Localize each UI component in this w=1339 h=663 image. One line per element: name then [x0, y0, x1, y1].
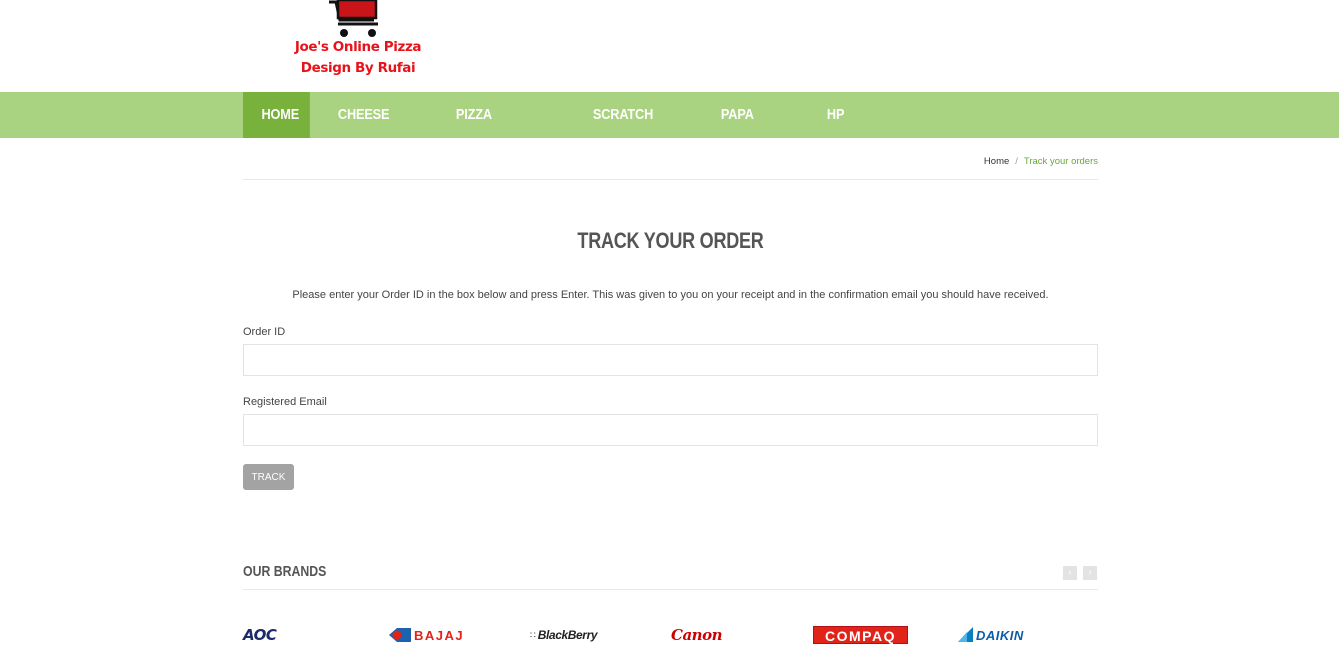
track-button[interactable]: TRACK: [243, 464, 294, 490]
breadcrumb-divider: [243, 179, 1098, 180]
brand-logo-compaq[interactable]: COMPAQ: [813, 624, 908, 646]
shopping-cart-icon: [329, 0, 378, 37]
brand-logo-bajaj[interactable]: BAJAJ: [387, 624, 464, 646]
breadcrumb-home-link[interactable]: Home: [984, 156, 1009, 167]
brand-label-blackberry: BlackBerry: [537, 628, 598, 642]
logo-text-line2: Design By Rufai: [300, 60, 416, 76]
brand-logo-aoc[interactable]: AOC: [243, 624, 277, 646]
chevron-left-icon[interactable]: ‹: [1063, 566, 1077, 580]
site-header: Joe's Online Pizza Design By Rufai: [0, 0, 1339, 92]
main-navigation: HOME CHEESE PIZZA PIZZA VEGETABLE SCRATC…: [0, 92, 1339, 169]
brands-divider: [243, 589, 1098, 590]
nav-item-pizza-vegetable[interactable]: PIZZA VEGETABLE: [437, 92, 558, 169]
brand-logo-daikin[interactable]: DAIKIN: [958, 624, 1024, 646]
nav-item-hp-laptop[interactable]: HP LAPTOP: [808, 92, 905, 169]
chevron-right-icon[interactable]: ›: [1083, 566, 1097, 580]
brand-label-daikin: DAIKIN: [976, 627, 1024, 643]
bajaj-emblem-icon: [389, 628, 411, 642]
daikin-emblem-icon: [958, 627, 973, 642]
brands-title: OUR BRANDS: [243, 563, 327, 580]
brand-label-canon: Canon: [671, 626, 722, 644]
logo-text-line1: Joe's Online Pizza: [294, 39, 422, 55]
order-id-input[interactable]: [243, 344, 1098, 376]
nav-item-home[interactable]: HOME: [243, 92, 310, 138]
registered-email-input[interactable]: [243, 414, 1098, 446]
nav-item-cheese-pizza[interactable]: CHEESE PIZZA: [319, 92, 423, 169]
nav-item-papa-pizza[interactable]: PAPA PIZZA: [702, 92, 795, 169]
breadcrumb-current: Track your orders: [1023, 156, 1098, 167]
registered-email-label: Registered Email: [243, 396, 327, 408]
blackberry-dots-icon: ∷: [530, 629, 536, 640]
page-title: TRACK YOUR ORDER: [577, 228, 764, 253]
brand-label-aoc: AOC: [243, 626, 277, 644]
site-logo[interactable]: Joe's Online Pizza Design By Rufai: [290, 0, 430, 80]
breadcrumb-separator: /: [1015, 156, 1018, 167]
order-id-label: Order ID: [243, 326, 286, 338]
breadcrumb: Home / Track your orders: [984, 156, 1098, 167]
brand-label-compaq: COMPAQ: [813, 626, 908, 644]
page-intro-text: Please enter your Order ID in the box be…: [292, 289, 1049, 301]
brand-logo-canon[interactable]: Canon: [671, 624, 722, 646]
brand-label-bajaj: BAJAJ: [414, 627, 465, 643]
nav-item-scratch-pizza[interactable]: SCRATCH PIZZA: [574, 92, 687, 169]
brand-logo-blackberry[interactable]: ∷ BlackBerry: [530, 624, 598, 646]
